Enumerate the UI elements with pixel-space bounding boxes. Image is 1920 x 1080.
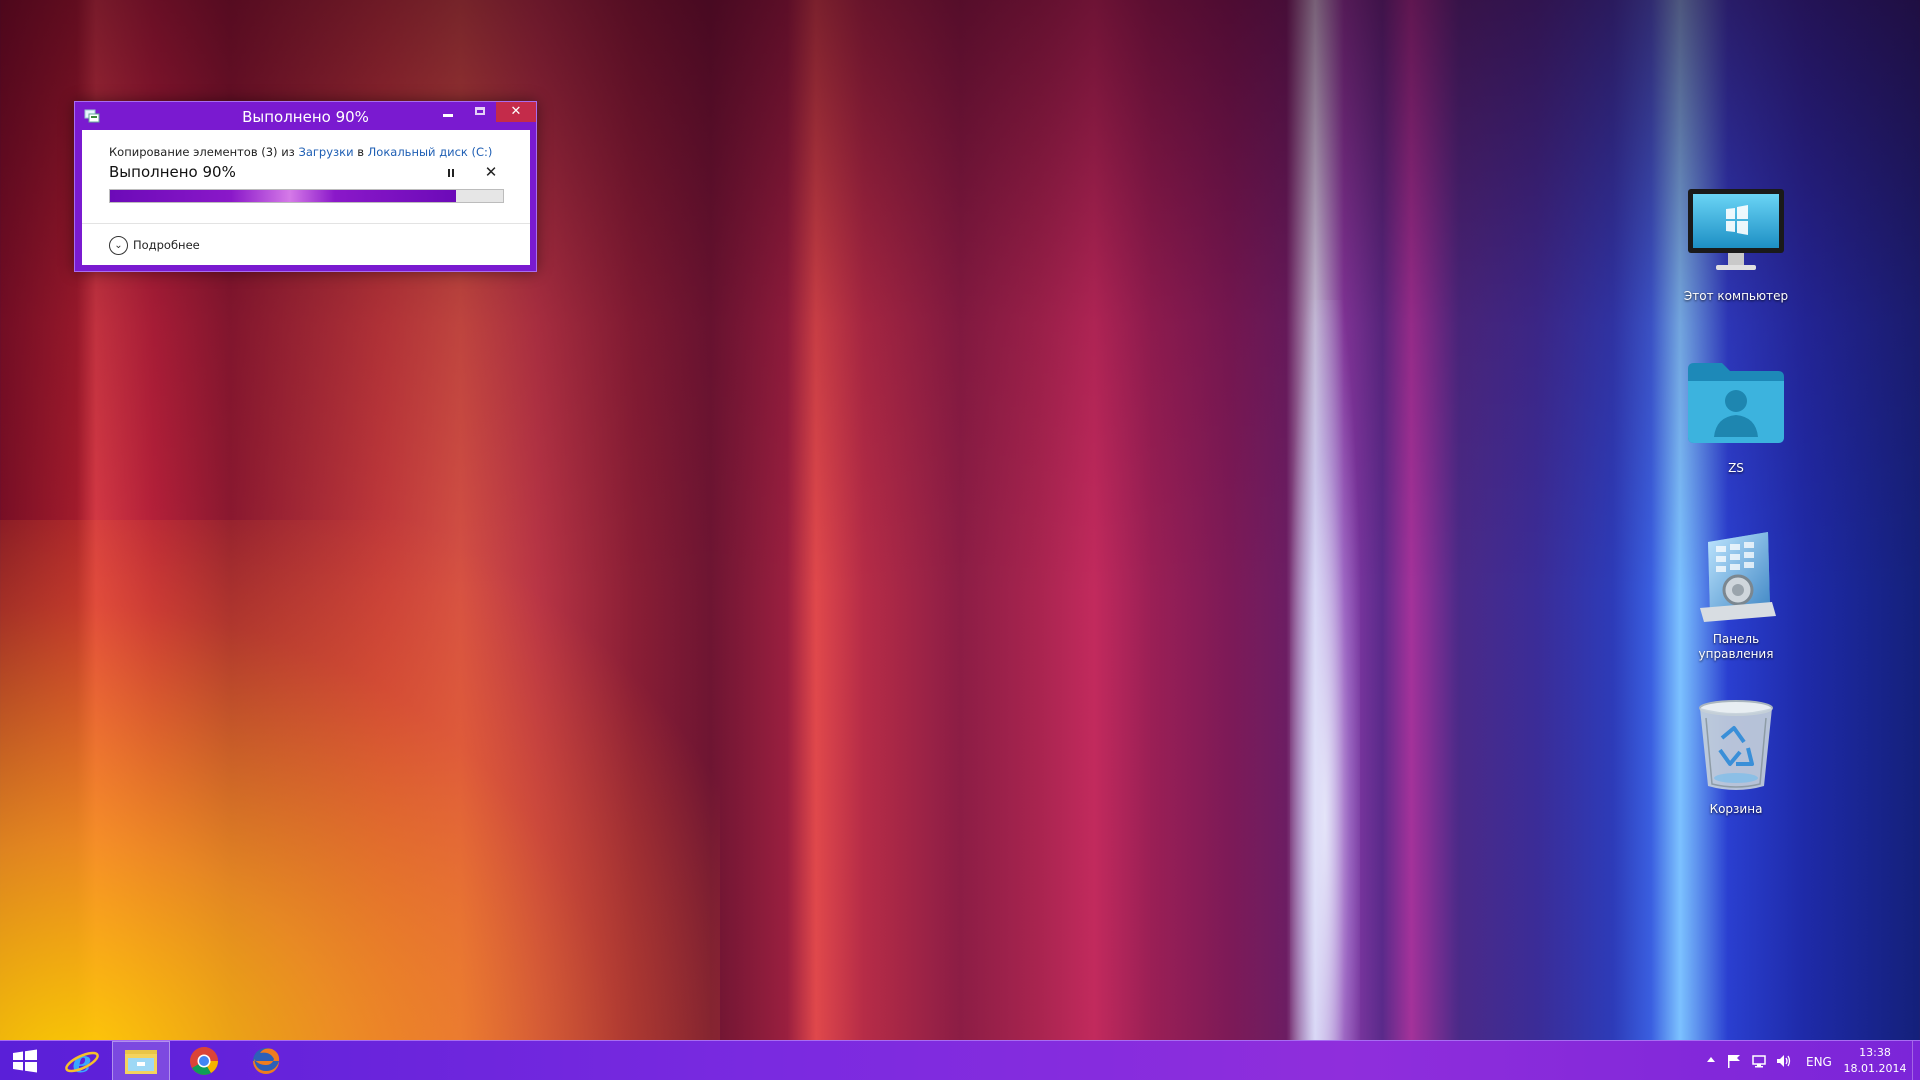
firefox-icon xyxy=(253,1048,280,1074)
maximize-button[interactable] xyxy=(464,102,496,122)
network-icon xyxy=(1752,1055,1766,1068)
control-panel-icon xyxy=(1686,528,1786,628)
internet-explorer-icon: e xyxy=(65,1045,99,1080)
progress-bar xyxy=(109,189,504,203)
action-center-button[interactable] xyxy=(1726,1053,1742,1080)
taskbar-chrome[interactable] xyxy=(176,1041,232,1080)
desktop-icon-label: Этот компьютер xyxy=(1683,289,1789,303)
dialog-body: Копирование элементов (3) из Загрузки в … xyxy=(82,130,530,265)
pause-icon-bar-left xyxy=(448,169,450,177)
chevron-up-icon xyxy=(1707,1057,1715,1062)
speaker-icon xyxy=(1777,1055,1791,1067)
recycle-bin-icon xyxy=(1686,698,1786,798)
taskbar-firefox[interactable] xyxy=(238,1041,294,1080)
taskbar-internet-explorer[interactable]: e xyxy=(54,1041,110,1080)
clock-date: 18.01.2014 xyxy=(1843,1062,1907,1075)
taskbar-file-explorer[interactable] xyxy=(112,1041,170,1080)
desktop-icon-recycle-bin[interactable]: Корзина xyxy=(1681,698,1791,817)
minimize-icon xyxy=(443,114,453,117)
copy-prefix: Копирование элементов (3) из xyxy=(109,145,299,159)
show-desktop-button[interactable] xyxy=(1912,1041,1920,1080)
user-folder-icon xyxy=(1686,357,1786,457)
svg-text:e: e xyxy=(72,1045,91,1080)
file-explorer-icon xyxy=(125,1050,157,1074)
cancel-icon: ✕ xyxy=(484,163,498,181)
close-button[interactable]: ✕ xyxy=(496,102,536,122)
pause-button[interactable] xyxy=(444,166,458,180)
chrome-icon xyxy=(190,1047,218,1075)
more-details-label: Подробнее xyxy=(133,238,200,252)
desktop-icon-control-panel[interactable]: Панель управления xyxy=(1681,528,1791,662)
desktop-icon-label: Корзина xyxy=(1709,802,1763,816)
flag-icon xyxy=(1728,1055,1740,1068)
cancel-copy-button[interactable]: ✕ xyxy=(484,164,498,180)
desktop-icon-this-pc[interactable]: Этот компьютер xyxy=(1681,185,1791,304)
copy-progress-dialog[interactable]: Выполнено 90% ✕ Копирование элементов (3… xyxy=(74,101,537,272)
more-details-toggle[interactable]: ⌄ Подробнее xyxy=(109,235,200,255)
chevron-down-icon: ⌄ xyxy=(109,235,128,255)
pause-icon-bar-right xyxy=(452,169,454,177)
desktop-icon-label: Панель управления xyxy=(1698,632,1774,661)
language-indicator[interactable]: ENG xyxy=(1806,1055,1832,1080)
network-button[interactable] xyxy=(1751,1053,1767,1080)
clock[interactable]: 13:38 18.01.2014 xyxy=(1840,1045,1910,1077)
maximize-icon xyxy=(475,107,485,115)
start-button[interactable] xyxy=(0,1041,50,1080)
dialog-titlebar[interactable]: Выполнено 90% ✕ xyxy=(75,102,536,130)
wallpaper-warm-glow xyxy=(0,520,720,1080)
taskbar: e ENG 13:38 18.01.2014 xyxy=(0,1040,1920,1080)
close-icon: ✕ xyxy=(510,104,522,119)
clock-time: 13:38 xyxy=(1859,1046,1891,1059)
divider xyxy=(82,223,530,224)
desktop-icon-user-folder[interactable]: ZS xyxy=(1681,357,1791,476)
destination-link[interactable]: Локальный диск (C:) xyxy=(368,145,493,159)
start-icon xyxy=(13,1049,37,1073)
minimize-button[interactable] xyxy=(432,102,464,122)
wallpaper-light-streak xyxy=(1290,300,1360,1040)
copy-middle: в xyxy=(353,145,368,159)
volume-button[interactable] xyxy=(1775,1053,1793,1080)
desktop-icon-label: ZS xyxy=(1728,461,1744,475)
progress-label: Выполнено 90% xyxy=(109,163,236,181)
copy-description: Копирование элементов (3) из Загрузки в … xyxy=(109,145,492,159)
source-link[interactable]: Загрузки xyxy=(298,145,353,159)
progress-bar-fill xyxy=(110,190,456,202)
show-hidden-icons-button[interactable] xyxy=(1706,1054,1716,1080)
monitor-icon xyxy=(1686,185,1786,285)
